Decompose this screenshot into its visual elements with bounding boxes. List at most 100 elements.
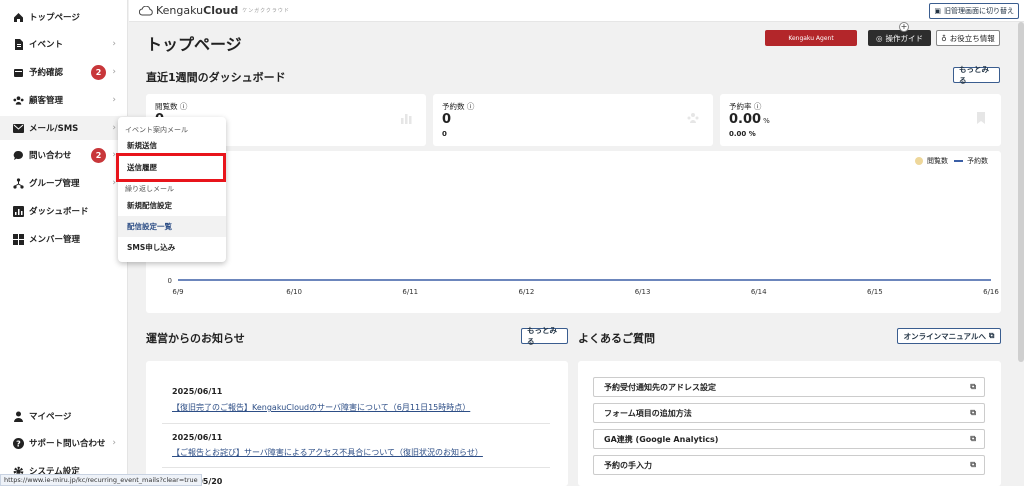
cloud-icon xyxy=(139,5,153,15)
sidebar-item-reservation[interactable]: 予約確認 2 › xyxy=(0,60,128,84)
bookmark-icon xyxy=(977,112,985,124)
mail-icon xyxy=(13,123,24,134)
sidebar-item-dashboard[interactable]: ダッシュボード xyxy=(0,199,128,223)
info-icon: ⓘ xyxy=(179,102,188,111)
stat-card-reservation-rate: 予約率 ⓘ 0.00% 0.00 % xyxy=(720,94,1001,146)
sidebar-item-top[interactable]: トップページ xyxy=(0,5,128,29)
kengaku-agent-button[interactable]: Kengaku Agent xyxy=(765,30,857,46)
highlight-box xyxy=(116,153,226,182)
stat-label: 予約率 ⓘ xyxy=(729,102,762,111)
submenu-sms-apply[interactable]: SMS申し込み xyxy=(118,237,226,258)
divider xyxy=(162,467,550,468)
chevron-right-icon: › xyxy=(112,438,116,448)
notification-badge: 2 xyxy=(91,147,106,163)
faq-item[interactable]: 予約受付通知先のアドレス設定 ⧉ xyxy=(593,377,985,397)
sidebar-item-label: 問い合わせ xyxy=(29,151,72,161)
app-logo[interactable]: Kengaku Cloud ケンガククラウド xyxy=(139,4,290,17)
switch-old-admin-label: 旧管理画面に切り替え xyxy=(944,7,1014,15)
external-link-icon: ⧉ xyxy=(970,382,976,391)
sidebar-item-members[interactable]: メンバー管理 xyxy=(0,227,128,251)
status-url: https://www.ie-miru.jp/kc/recurring_even… xyxy=(0,474,202,486)
external-link-icon: ⧉ xyxy=(988,331,995,340)
faq-card: 予約受付通知先のアドレス設定 ⧉ フォーム項目の追加方法 ⧉ GA連携 (Googl… xyxy=(578,361,1001,486)
faq-title: よくあるご質問 xyxy=(578,332,655,345)
x-tick-label: 6/15 xyxy=(867,288,883,296)
sidebar-item-label: サポート問い合わせ xyxy=(29,439,106,449)
news-date: 2025/06/11 xyxy=(172,387,223,396)
sidebar-item-customers[interactable]: 顧客管理 › xyxy=(0,88,128,112)
x-tick-label: 6/9 xyxy=(172,288,183,296)
sidebar-item-groups[interactable]: グループ管理 › xyxy=(0,171,128,195)
news-link[interactable]: 【ご報告とお詫び】サーバ障害によるアクセス不具合について（復旧状況のお知らせ） xyxy=(172,447,483,458)
sidebar-item-mypage[interactable]: マイページ xyxy=(0,404,128,428)
switch-old-admin-button[interactable]: ▣ 旧管理画面に切り替え xyxy=(929,3,1019,19)
external-link-icon: ⧉ xyxy=(970,408,976,417)
stat-card-reservations: 予約数 ⓘ 0 0 xyxy=(433,94,713,146)
sidebar-item-label: トップページ xyxy=(29,13,80,23)
stat-sub-value: 0 xyxy=(442,130,447,138)
sidebar-item-label: グループ管理 xyxy=(29,179,80,189)
chevron-right-icon: › xyxy=(112,95,116,105)
info-icon: ⓘ xyxy=(753,102,762,111)
faq-item[interactable]: 予約の手入力 ⧉ xyxy=(593,455,985,475)
x-tick-label: 6/11 xyxy=(402,288,418,296)
useful-info-label: お役立ち情報 xyxy=(949,33,995,43)
home-icon xyxy=(13,12,24,23)
dashboard-title: 直近1週間のダッシュボード xyxy=(146,71,286,84)
submenu-schedule-list[interactable]: 配信設定一覧 xyxy=(118,216,226,237)
bar-chart-icon xyxy=(401,114,412,124)
sidebar-item-label: イベント xyxy=(29,40,64,50)
sidebar-item-event[interactable]: イベント › xyxy=(0,32,128,56)
calendar-icon xyxy=(13,67,24,78)
dashboard-more-button[interactable]: もっとみる xyxy=(953,65,1000,85)
operation-guide-button[interactable]: ◎ 操作ガイド xyxy=(868,30,931,46)
users-icon xyxy=(687,113,699,123)
info-icon: ⓘ xyxy=(466,102,475,111)
network-icon xyxy=(13,177,24,189)
sidebar-item-support[interactable]: ? サポート問い合わせ › xyxy=(0,431,128,455)
x-tick-label: 6/16 xyxy=(983,288,999,296)
news-link[interactable]: 【復旧完了のご報告】KengakuCloudのサーバ障害について（6月11日15… xyxy=(172,402,470,413)
chart-icon xyxy=(13,205,24,217)
sidebar-item-label: 顧客管理 xyxy=(29,96,64,106)
logo-suffix: Cloud xyxy=(203,4,239,17)
external-link-icon: ⧉ xyxy=(970,460,976,469)
sidebar-item-label: マイページ xyxy=(29,412,72,422)
plus-icon[interactable]: + xyxy=(899,22,909,32)
help-icon: ? xyxy=(13,437,24,449)
sidebar-item-label: メール/SMS xyxy=(29,124,79,134)
notification-badge: 2 xyxy=(91,64,106,80)
logo-prefix: Kengaku xyxy=(156,4,204,17)
news-card: 2025/06/11 【復旧完了のご報告】KengakuCloudのサーバ障害に… xyxy=(146,361,568,486)
submenu-section-label: 繰り返しメール xyxy=(125,185,174,193)
y-tick-label: 0 xyxy=(168,277,172,285)
x-tick-label: 6/10 xyxy=(286,288,302,296)
chevron-right-icon: › xyxy=(112,67,116,77)
online-manual-label: オンラインマニュアルへ xyxy=(903,331,986,341)
external-link-icon: ⧉ xyxy=(970,434,976,443)
faq-item[interactable]: GA連携 (Google Analytics) ⧉ xyxy=(593,429,985,449)
faq-item[interactable]: フォーム項目の追加方法 ⧉ xyxy=(593,403,985,423)
stat-label: 閲覧数 ⓘ xyxy=(155,102,188,111)
sidebar-item-mail[interactable]: メール/SMS › xyxy=(0,116,128,140)
sidebar-item-inquiry[interactable]: 問い合わせ 2 › xyxy=(0,143,128,167)
window-icon: ▣ xyxy=(934,7,941,15)
scrollbar[interactable] xyxy=(1018,22,1024,362)
news-title: 運営からのお知らせ xyxy=(146,332,245,345)
x-tick-label: 6/14 xyxy=(751,288,767,296)
compass-icon: ◎ xyxy=(875,33,883,43)
submenu-new-schedule[interactable]: 新規配信設定 xyxy=(118,195,226,216)
news-more-button[interactable]: もっとみる xyxy=(521,326,568,346)
useful-info-button[interactable]: ♁ お役立ち情報 xyxy=(936,30,1000,46)
stat-sub-value: 0.00 % xyxy=(729,130,756,138)
document-icon xyxy=(13,38,24,50)
news-date: 2025/06/11 xyxy=(172,433,223,442)
x-tick-label: 6/13 xyxy=(635,288,651,296)
grid-icon xyxy=(13,233,24,245)
chevron-right-icon: › xyxy=(112,39,116,49)
sidebar: トップページ イベント › 予約確認 2 › 顧客管理 › メール/SMS › … xyxy=(0,0,128,486)
chevron-right-icon: › xyxy=(112,123,116,133)
operation-guide-label: 操作ガイド xyxy=(885,33,924,43)
online-manual-button[interactable]: オンラインマニュアルへ ⧉ xyxy=(897,328,1001,344)
line-chart: 06/9 6/10 6/11 6/12 6/13 6/14 6/15 6/16 xyxy=(168,277,1000,296)
